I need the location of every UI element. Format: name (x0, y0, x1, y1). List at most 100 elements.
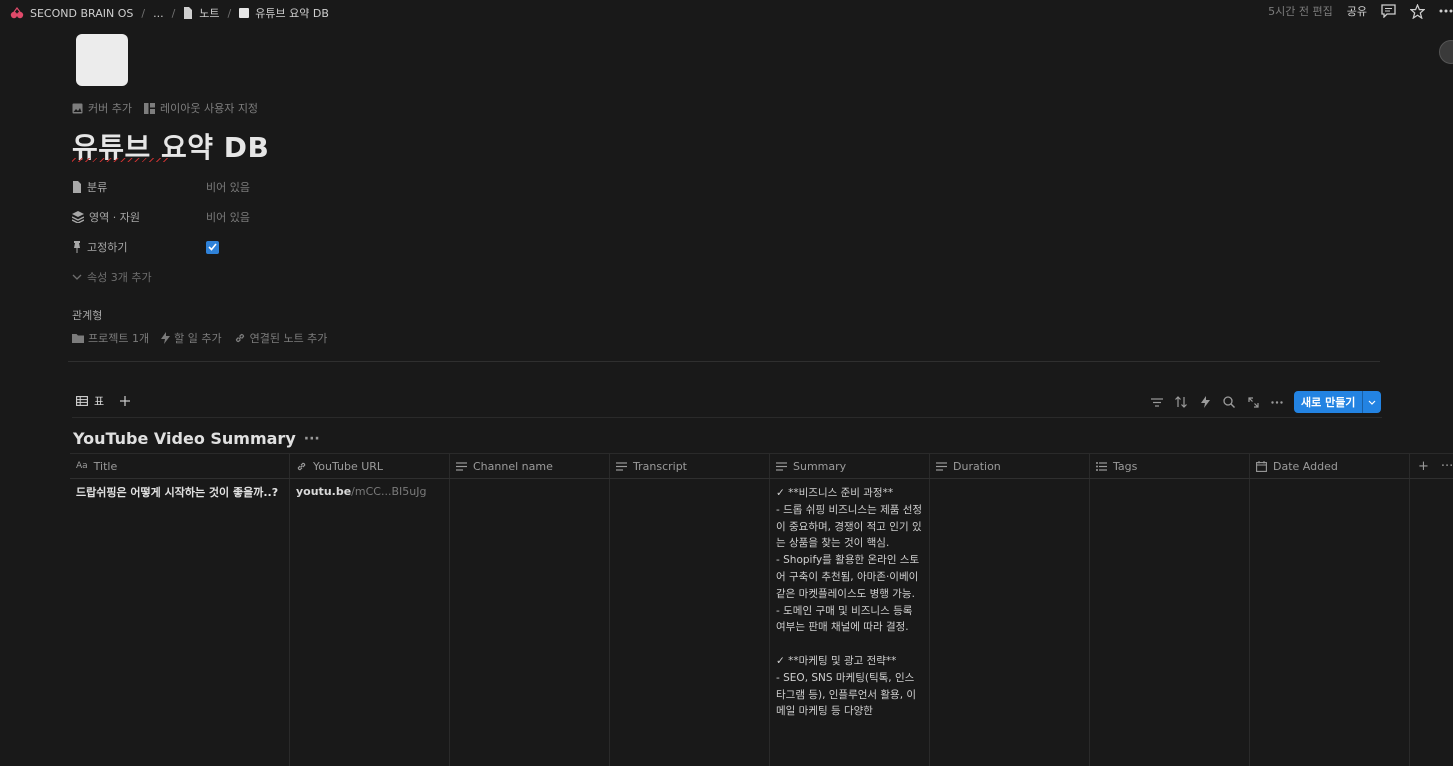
cell-spacer (1410, 479, 1453, 766)
more-icon[interactable] (1270, 392, 1284, 412)
page-icon[interactable] (76, 34, 128, 86)
property-row-category[interactable]: 분류 비어 있음 (72, 172, 472, 202)
cell-url[interactable]: youtu.be/mCC...BI5uJg (290, 479, 450, 766)
column-label: Title (93, 459, 118, 473)
automation-bolt-icon[interactable] (1198, 392, 1212, 412)
breadcrumb-separator: / (141, 6, 146, 20)
more-properties-toggle[interactable]: 속성 3개 추가 (72, 269, 152, 285)
database-toolbar: 새로 만들기 (1150, 391, 1382, 413)
property-row-pin[interactable]: 고정하기 (72, 232, 472, 262)
todo-relation[interactable]: 할 일 추가 (161, 330, 222, 346)
linked-note-relation[interactable]: 연결된 노트 추가 (234, 330, 328, 346)
bolt-icon (161, 332, 171, 344)
database-options-icon[interactable]: ··· (304, 431, 320, 447)
more-properties-label: 속성 3개 추가 (87, 271, 152, 284)
sort-icon[interactable] (1174, 392, 1188, 412)
text-type-icon: Aa (76, 461, 88, 471)
search-icon[interactable] (1222, 392, 1236, 412)
breadcrumb-ellipsis[interactable]: ... (153, 7, 164, 20)
pin-checkbox[interactable] (206, 240, 219, 254)
column-header-transcript[interactable]: Transcript (610, 454, 770, 478)
page-square-icon (239, 8, 250, 18)
table-row[interactable]: 드랍쉬핑은 어떻게 시작하는 것이 좋을까..? youtu.be/mCC...… (70, 479, 1453, 766)
column-label: Tags (1113, 459, 1138, 473)
breadcrumb-parent[interactable]: 노트 (183, 5, 220, 21)
expand-icon[interactable] (1246, 392, 1260, 412)
breadcrumb-workspace[interactable]: SECOND BRAIN OS (10, 7, 133, 20)
property-key-label: 영역 · 자원 (89, 211, 140, 224)
star-icon[interactable] (1410, 3, 1425, 19)
top-bar: SECOND BRAIN OS / ... / 노트 / 유튜브 요약 DB 5… (0, 0, 1453, 24)
cell-channel[interactable] (450, 479, 610, 766)
column-label: Duration (953, 459, 1001, 473)
property-value[interactable]: 비어 있음 (206, 209, 250, 225)
column-header-tags[interactable]: Tags (1090, 454, 1250, 478)
cell-date-added[interactable] (1250, 479, 1410, 766)
cherry-logo-icon (10, 7, 24, 19)
property-key: 영역 · 자원 (72, 209, 206, 225)
customize-layout-label: 레이아웃 사용자 지정 (159, 102, 259, 115)
add-column-icon[interactable]: + (1418, 459, 1429, 474)
add-cover-button[interactable]: 커버 추가 (72, 100, 132, 116)
link-icon (234, 332, 246, 344)
column-options-icon[interactable]: ··· (1441, 459, 1453, 474)
database-title[interactable]: YouTube Video Summary ··· (73, 429, 320, 448)
text-lines-icon (776, 461, 787, 471)
cell-transcript[interactable] (610, 479, 770, 766)
property-row-area[interactable]: 영역 · 자원 비어 있음 (72, 202, 472, 232)
add-column-area: + ··· (1410, 454, 1453, 478)
page-actions: 커버 추가 레이아웃 사용자 지정 (72, 100, 258, 116)
comment-icon[interactable] (1381, 4, 1396, 18)
text-lines-icon (936, 461, 947, 471)
url-domain[interactable]: youtu.be (296, 485, 351, 498)
view-tabs: 표 (76, 393, 131, 409)
tab-table-view[interactable]: 표 (76, 393, 104, 409)
url-path[interactable]: /mCC...BI5uJg (351, 485, 426, 498)
column-label: Summary (793, 459, 847, 473)
breadcrumb: SECOND BRAIN OS / ... / 노트 / 유튜브 요약 DB (10, 5, 329, 21)
document-icon (183, 7, 193, 19)
text-lines-icon (616, 461, 627, 471)
linked-note-relation-label: 연결된 노트 추가 (249, 332, 328, 345)
layers-icon (72, 211, 84, 223)
document-icon (72, 181, 82, 193)
folder-icon (72, 333, 84, 343)
property-value[interactable]: 비어 있음 (206, 179, 250, 195)
spellcheck-underline (72, 158, 168, 162)
more-properties-row[interactable]: 속성 3개 추가 (72, 262, 472, 292)
column-header-url[interactable]: YouTube URL (290, 454, 450, 478)
page-properties: 분류 비어 있음 영역 · 자원 비어 있음 고정하기 속성 3개 추가 (72, 172, 472, 292)
cell-title[interactable]: 드랍쉬핑은 어떻게 시작하는 것이 좋을까..? (70, 479, 290, 766)
property-key: 분류 (72, 179, 206, 195)
pin-icon (72, 241, 82, 253)
breadcrumb-separator: / (171, 6, 176, 20)
filter-icon[interactable] (1150, 392, 1164, 412)
new-button-dropdown[interactable] (1362, 391, 1381, 413)
column-header-title[interactable]: Aa Title (70, 454, 290, 478)
tab-table-label: 표 (94, 395, 105, 408)
share-button[interactable]: 공유 (1347, 3, 1367, 19)
breadcrumb-current-label: 유튜브 요약 DB (255, 7, 329, 20)
image-icon (72, 103, 83, 114)
column-header-duration[interactable]: Duration (930, 454, 1090, 478)
customize-layout-button[interactable]: 레이아웃 사용자 지정 (143, 100, 259, 116)
new-button[interactable]: 새로 만들기 (1294, 391, 1382, 413)
column-header-channel[interactable]: Channel name (450, 454, 610, 478)
add-view-icon[interactable] (120, 396, 131, 406)
breadcrumb-parent-label: 노트 (199, 7, 220, 20)
database-table: Aa Title YouTube URL Channel name Transc… (70, 453, 1453, 766)
last-edited: 5시간 전 편집 (1268, 5, 1333, 18)
breadcrumb-current[interactable]: 유튜브 요약 DB (239, 5, 329, 21)
column-header-summary[interactable]: Summary (770, 454, 930, 478)
cell-duration[interactable] (930, 479, 1090, 766)
relations-row: 프로젝트 1개 할 일 추가 연결된 노트 추가 (72, 330, 327, 346)
project-relation[interactable]: 프로젝트 1개 (72, 330, 149, 346)
scroll-handle[interactable] (1439, 40, 1453, 64)
column-header-date-added[interactable]: Date Added (1250, 454, 1410, 478)
column-label: Date Added (1273, 459, 1338, 473)
more-icon[interactable] (1439, 9, 1453, 13)
cell-summary[interactable]: ✓ **비즈니스 준비 과정** - 드롭 쉬핑 비즈니스는 제품 선정이 중요… (770, 479, 930, 766)
column-label: YouTube URL (313, 459, 384, 473)
cell-tags[interactable] (1090, 479, 1250, 766)
workspace-name: SECOND BRAIN OS (30, 6, 134, 20)
